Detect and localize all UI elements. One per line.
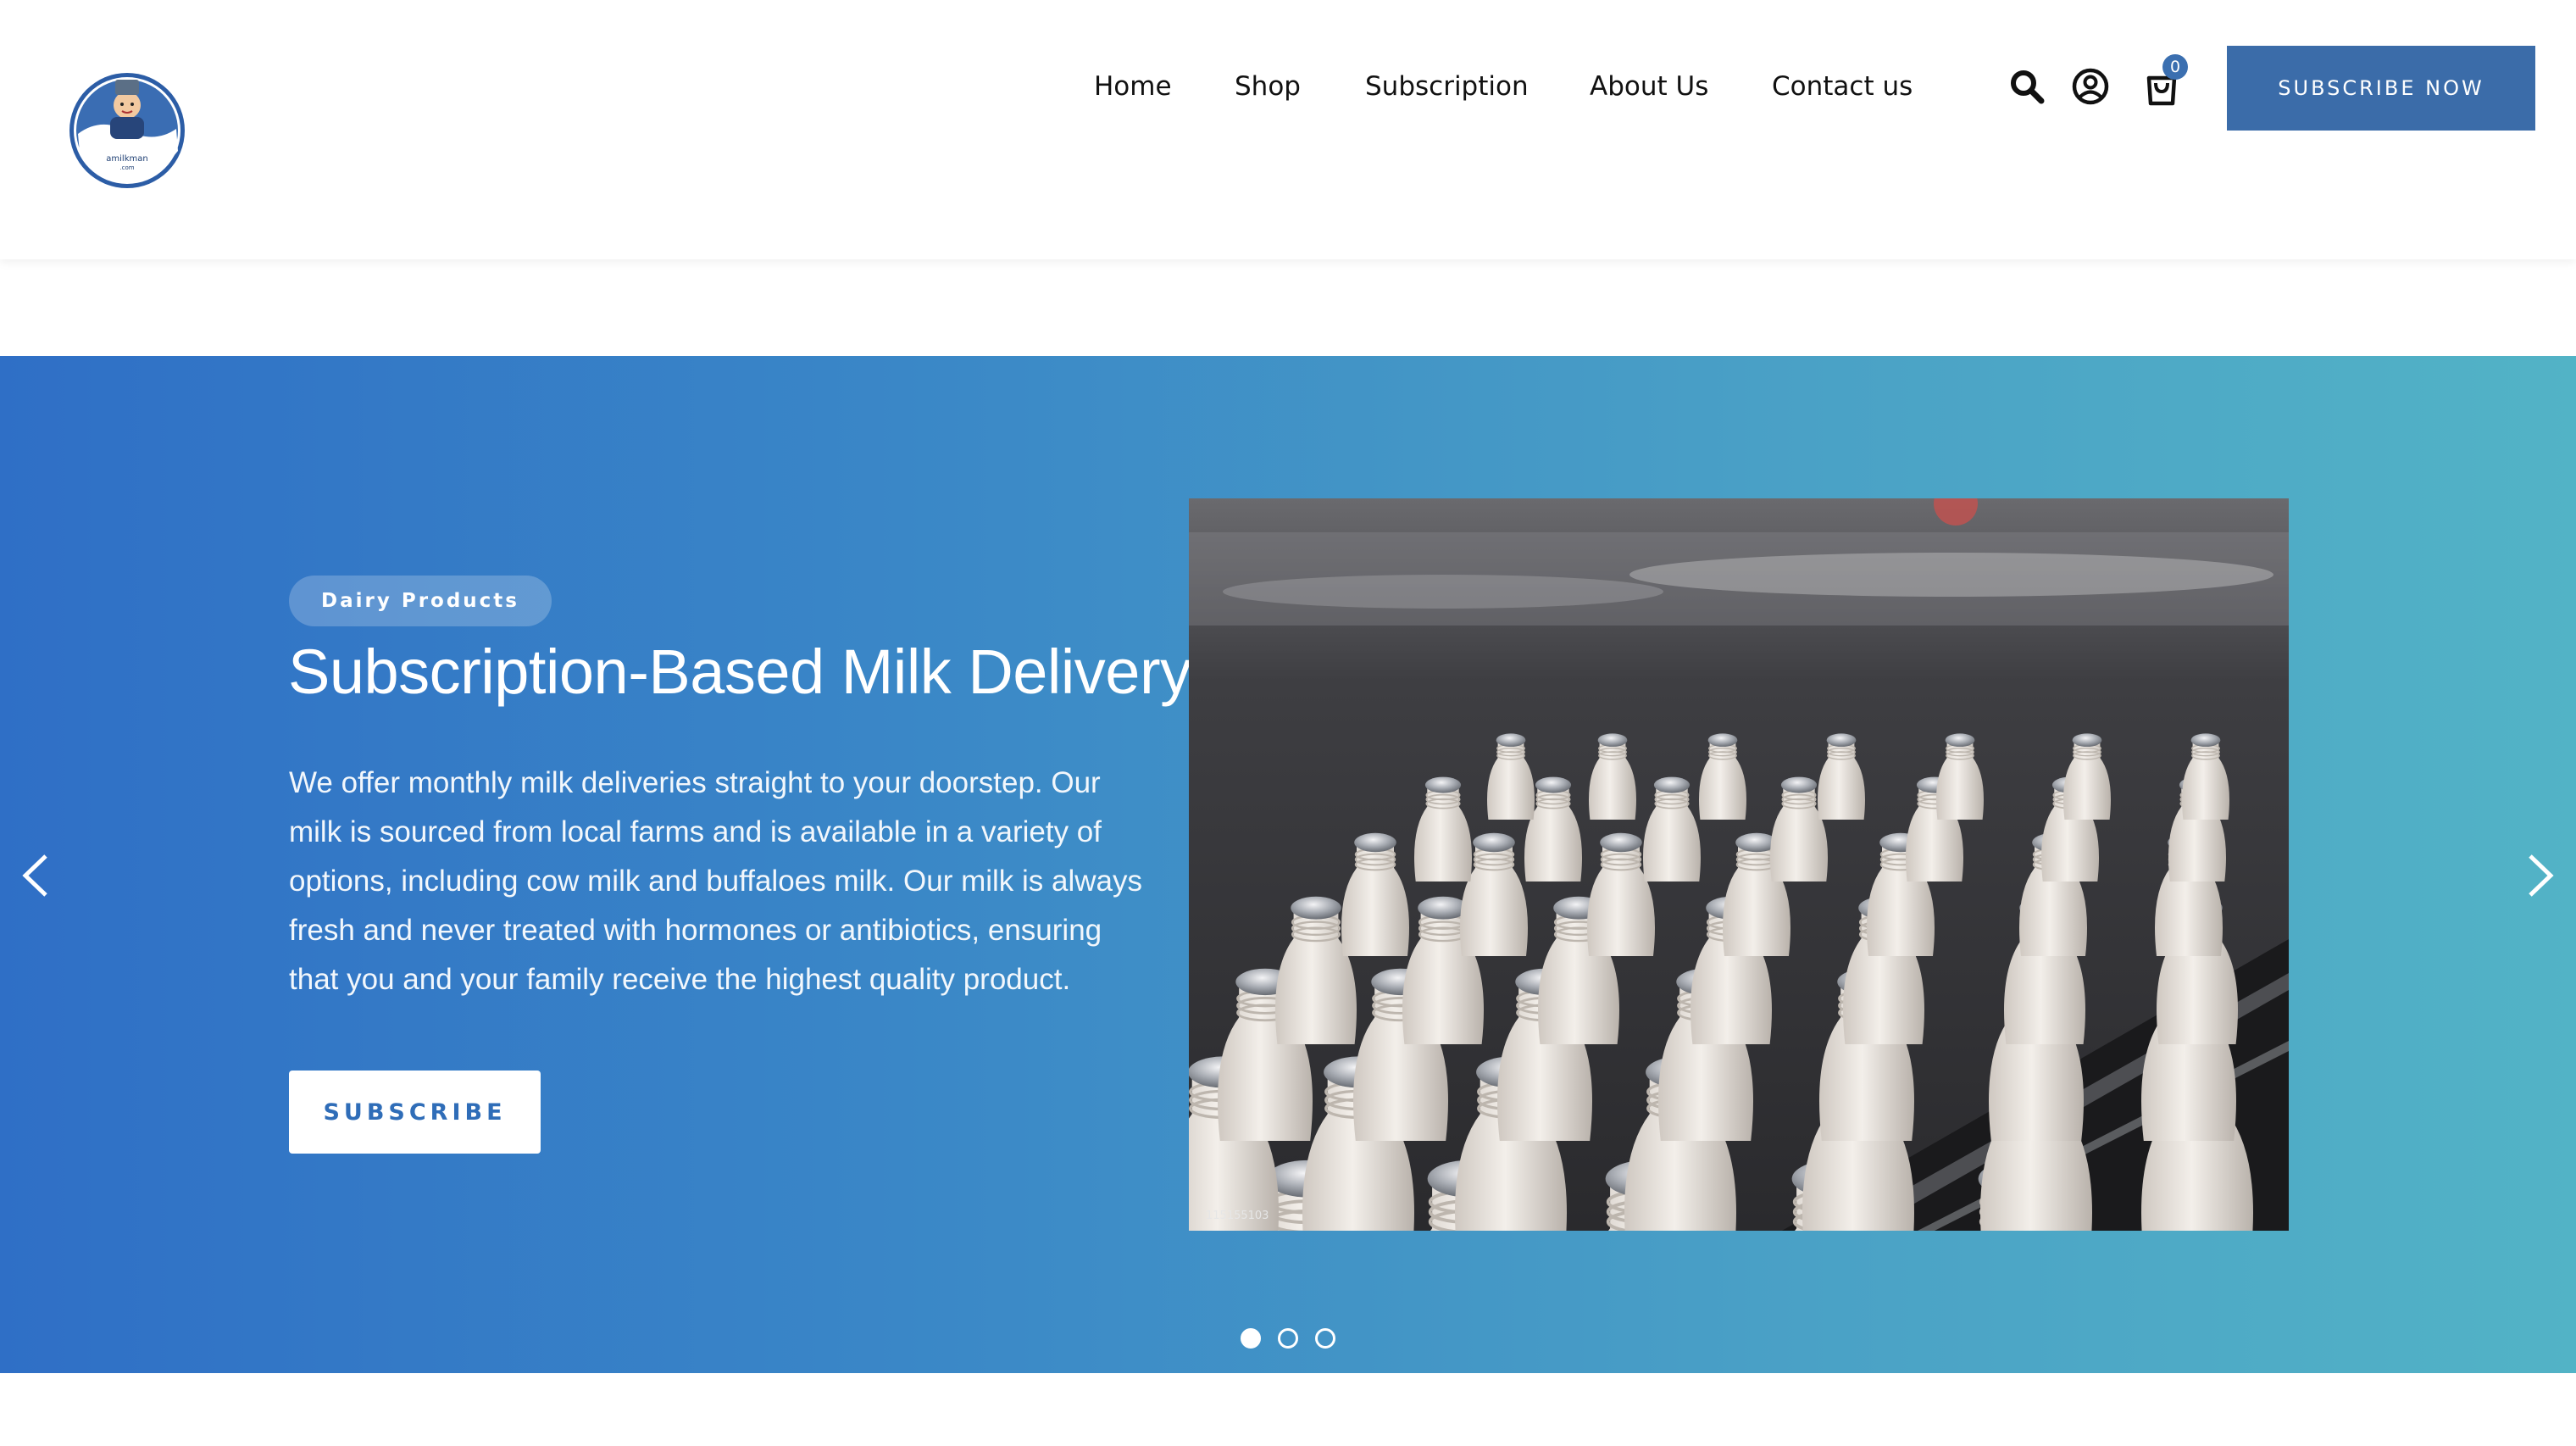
slider-dot-1[interactable] xyxy=(1241,1328,1261,1349)
slider-dot-3[interactable] xyxy=(1315,1328,1335,1349)
bottle-cap xyxy=(2190,733,2221,748)
bottle-cap xyxy=(1473,832,1515,853)
brand-logo[interactable]: amilkman .com xyxy=(66,58,188,192)
bottle-cap xyxy=(1653,776,1690,793)
hero-title: Subscription-Based Milk Delivery xyxy=(288,637,1191,707)
bottle-cap xyxy=(1945,733,1975,748)
slider-dot-2[interactable] xyxy=(1278,1328,1298,1349)
cart-count-badge: 0 xyxy=(2162,54,2188,80)
nav-item-home[interactable]: Home xyxy=(1094,66,1172,107)
bottle-cap xyxy=(1424,776,1462,793)
bottle-cap xyxy=(1291,896,1341,920)
nav-item-subscription[interactable]: Subscription xyxy=(1365,66,1529,107)
milkman-mascot-logo: amilkman .com xyxy=(69,73,185,188)
hero-slider: Dairy Products Subscription-Based Milk D… xyxy=(0,356,2576,1373)
bottle-cap xyxy=(1826,733,1857,748)
subscribe-now-button[interactable]: SUBSCRIBE NOW xyxy=(2227,46,2535,131)
milk-bottles-image: 115155103 xyxy=(1189,498,2289,1231)
category-tag: Dairy Products xyxy=(289,576,552,626)
logo-text: amilkman xyxy=(106,154,147,164)
search-icon[interactable] xyxy=(2008,68,2046,105)
bottle-cap xyxy=(1780,776,1818,793)
hero-description: We offer monthly milk deliveries straigh… xyxy=(289,766,1142,996)
slider-prev-arrow-icon[interactable] xyxy=(10,837,61,914)
photo-id-text: 115155103 xyxy=(1206,1210,1269,1222)
bottle-cap xyxy=(1707,733,1738,748)
bottle-cap xyxy=(1354,832,1396,853)
bottle-cap xyxy=(1597,733,1628,748)
slider-next-arrow-icon[interactable] xyxy=(2515,837,2566,914)
nav-item-shop[interactable]: Shop xyxy=(1235,66,1301,107)
user-account-icon[interactable] xyxy=(2071,67,2110,106)
bottle-cap xyxy=(1535,776,1572,793)
milk-bottles-photo: 115155103 xyxy=(1189,498,2289,1231)
hero-subscribe-button[interactable]: SUBSCRIBE xyxy=(289,1071,541,1154)
logo-subtext: .com xyxy=(119,164,134,171)
bottle-cap xyxy=(1600,832,1642,853)
bottle-cap xyxy=(1496,733,1526,748)
site-header: amilkman .com Home Shop Subscription Abo… xyxy=(0,0,2576,259)
nav-item-about-us[interactable]: About Us xyxy=(1590,66,1708,107)
nav-item-contact-us[interactable]: Contact us xyxy=(1772,66,1913,107)
bottle-cap xyxy=(2072,733,2102,748)
